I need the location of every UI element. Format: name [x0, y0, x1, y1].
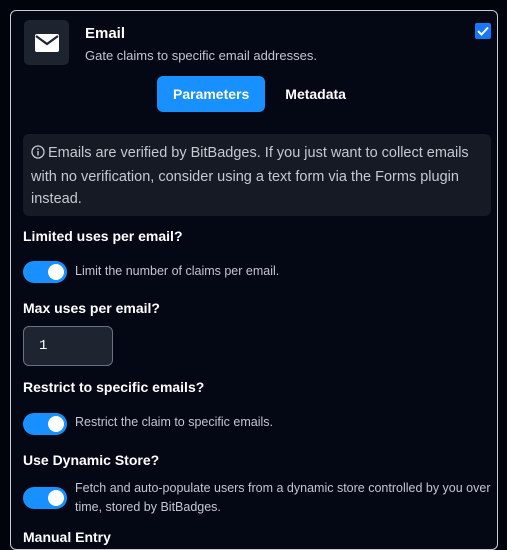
- tab-bar: Parameters Metadata: [157, 76, 362, 112]
- limited-uses-label: Limited uses per email?: [23, 228, 183, 244]
- restrict-emails-label: Restrict to specific emails?: [23, 379, 205, 395]
- checkmark-icon: [477, 26, 489, 36]
- info-circle-icon: [31, 144, 45, 166]
- max-uses-input[interactable]: 1: [23, 326, 113, 366]
- max-uses-label: Max uses per email?: [23, 300, 160, 316]
- plugin-subtitle: Gate claims to specific email addresses.: [85, 48, 317, 63]
- toggle-knob: [48, 490, 64, 506]
- dynamic-store-toggle[interactable]: [23, 487, 67, 509]
- enable-plugin-checkbox[interactable]: [475, 23, 491, 39]
- envelope-icon: [24, 20, 69, 65]
- info-text: Emails are verified by BitBadges. If you…: [31, 145, 469, 207]
- toggle-knob: [48, 416, 64, 432]
- plugin-card: Email Gate claims to specific email addr…: [10, 10, 498, 550]
- plugin-title: Email: [85, 25, 126, 42]
- dynamic-store-label: Use Dynamic Store?: [23, 452, 160, 468]
- manual-entry-label: Manual Entry: [23, 529, 111, 545]
- tab-metadata[interactable]: Metadata: [269, 76, 362, 112]
- toggle-knob: [48, 264, 64, 280]
- restrict-emails-toggle[interactable]: [23, 413, 67, 435]
- dynamic-store-description: Fetch and auto-populate users from a dyn…: [75, 481, 491, 514]
- tab-parameters[interactable]: Parameters: [157, 76, 266, 112]
- restrict-emails-description: Restrict the claim to specific emails.: [75, 415, 273, 429]
- limited-uses-description: Limit the number of claims per email.: [75, 264, 280, 278]
- info-alert: Emails are verified by BitBadges. If you…: [23, 134, 491, 216]
- limited-uses-toggle[interactable]: [23, 261, 67, 283]
